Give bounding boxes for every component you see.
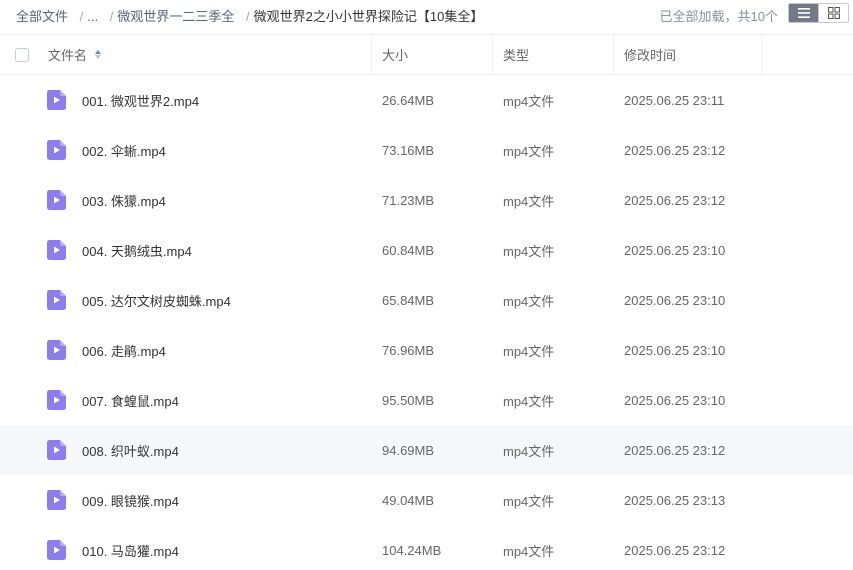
file-mtime: 2025.06.25 23:11 (624, 92, 725, 108)
video-file-icon (47, 240, 66, 260)
table-row[interactable]: 007. 食蝗鼠.mp4 95.50MB mp4文件 2025.06.25 23… (0, 375, 853, 425)
file-size: 104.24MB (382, 542, 442, 558)
file-list: 001. 微观世界2.mp4 26.64MB mp4文件 2025.06.25 … (0, 75, 853, 570)
column-divider[interactable] (613, 35, 614, 74)
file-type: mp4文件 (503, 143, 555, 159)
breadcrumb: 全部文件 /... / 微观世界一二三季全 / 微观世界2之小小世界探险记【10集全… (16, 6, 483, 25)
grid-view-button[interactable] (818, 4, 848, 22)
video-file-icon (47, 190, 66, 210)
file-size: 94.69MB (382, 442, 435, 458)
file-type: mp4文件 (503, 293, 555, 309)
table-row[interactable]: 001. 微观世界2.mp4 26.64MB mp4文件 2025.06.25 … (0, 75, 853, 125)
file-type: mp4文件 (503, 543, 555, 559)
column-divider[interactable] (761, 35, 762, 74)
breadcrumb-separator: / (79, 9, 84, 24)
file-name[interactable]: 002. 伞蜥.mp4 (82, 125, 166, 175)
table-row[interactable]: 006. 走鹃.mp4 76.96MB mp4文件 2025.06.25 23:… (0, 325, 853, 375)
table-row[interactable]: 004. 天鹅绒虫.mp4 60.84MB mp4文件 2025.06.25 2… (0, 225, 853, 275)
column-mtime-label: 修改时间 (624, 48, 677, 63)
video-file-icon (47, 90, 66, 110)
file-type: mp4文件 (503, 243, 555, 259)
column-name-label: 文件名 (48, 48, 88, 63)
file-size: 49.04MB (382, 492, 435, 508)
table-header: 文件名 大小 类型 修改时间 (0, 34, 853, 75)
file-mtime: 2025.06.25 23:10 (624, 392, 726, 408)
video-file-icon (47, 490, 66, 510)
column-name-header[interactable]: 文件名 (48, 35, 102, 74)
video-file-icon (47, 540, 66, 560)
file-mtime: 2025.06.25 23:10 (624, 342, 726, 358)
table-row[interactable]: 005. 达尔文树皮蜘蛛.mp4 65.84MB mp4文件 2025.06.2… (0, 275, 853, 325)
file-type: mp4文件 (503, 193, 555, 209)
grid-icon (827, 7, 840, 19)
file-mtime: 2025.06.25 23:12 (624, 442, 726, 458)
column-size-label: 大小 (382, 48, 409, 63)
file-size: 76.96MB (382, 342, 435, 358)
file-size: 60.84MB (382, 242, 435, 258)
file-type: mp4文件 (503, 443, 555, 459)
file-mtime: 2025.06.25 23:13 (624, 492, 726, 508)
view-toggle (788, 3, 849, 23)
file-size: 26.64MB (382, 92, 435, 108)
file-name[interactable]: 004. 天鹅绒虫.mp4 (82, 225, 192, 275)
table-row[interactable]: 010. 马岛獾.mp4 104.24MB mp4文件 2025.06.25 2… (0, 525, 853, 570)
file-mtime: 2025.06.25 23:12 (624, 142, 726, 158)
top-bar: 全部文件 /... / 微观世界一二三季全 / 微观世界2之小小世界探险记【10集全… (0, 0, 853, 30)
breadcrumb-parent[interactable]: 微观世界一二三季全 (117, 9, 234, 24)
file-type: mp4文件 (503, 393, 555, 409)
column-mtime-header[interactable]: 修改时间 (624, 35, 676, 74)
file-mtime: 2025.06.25 23:10 (624, 242, 726, 258)
column-size-header[interactable]: 大小 (382, 35, 408, 74)
column-type-header[interactable]: 类型 (503, 35, 529, 74)
file-name[interactable]: 001. 微观世界2.mp4 (82, 75, 199, 125)
file-name[interactable]: 009. 眼镜猴.mp4 (82, 475, 179, 525)
sort-icon[interactable] (95, 50, 102, 59)
video-file-icon (47, 290, 66, 310)
file-type: mp4文件 (503, 343, 555, 359)
select-all-checkbox[interactable] (15, 48, 29, 62)
video-file-icon (47, 340, 66, 360)
list-view-button[interactable] (789, 4, 819, 22)
file-mtime: 2025.06.25 23:10 (624, 292, 726, 308)
breadcrumb-ellipsis[interactable]: ... (87, 9, 98, 24)
file-size: 65.84MB (382, 292, 435, 308)
file-size: 95.50MB (382, 392, 435, 408)
video-file-icon (47, 440, 66, 460)
file-name[interactable]: 007. 食蝗鼠.mp4 (82, 375, 179, 425)
file-name[interactable]: 003. 侏獴.mp4 (82, 175, 166, 225)
file-type: mp4文件 (503, 493, 555, 509)
column-divider[interactable] (492, 35, 493, 74)
breadcrumb-root[interactable]: 全部文件 (16, 9, 68, 24)
file-mtime: 2025.06.25 23:12 (624, 192, 726, 208)
breadcrumb-separator: / (109, 9, 114, 24)
column-type-label: 类型 (503, 48, 530, 63)
column-divider[interactable] (371, 35, 372, 74)
breadcrumb-current: 微观世界2之小小世界探险记【10集全】 (253, 9, 484, 24)
file-name[interactable]: 008. 织叶蚁.mp4 (82, 425, 179, 475)
breadcrumb-separator: / (246, 9, 250, 24)
table-row[interactable]: 003. 侏獴.mp4 71.23MB mp4文件 2025.06.25 23:… (0, 175, 853, 225)
table-row[interactable]: 009. 眼镜猴.mp4 49.04MB mp4文件 2025.06.25 23… (0, 475, 853, 525)
video-file-icon (47, 390, 66, 410)
video-file-icon (47, 140, 66, 160)
load-status: 已全部加载，共10个 (659, 9, 778, 24)
file-name[interactable]: 006. 走鹃.mp4 (82, 325, 166, 375)
file-size: 71.23MB (382, 192, 435, 208)
file-size: 73.16MB (382, 142, 435, 158)
table-row[interactable]: 008. 织叶蚁.mp4 94.69MB mp4文件 2025.06.25 23… (0, 425, 853, 475)
table-row[interactable]: 002. 伞蜥.mp4 73.16MB mp4文件 2025.06.25 23:… (0, 125, 853, 175)
file-mtime: 2025.06.25 23:12 (624, 542, 726, 558)
file-type: mp4文件 (503, 93, 555, 109)
file-name[interactable]: 010. 马岛獾.mp4 (82, 525, 179, 570)
list-icon (797, 8, 810, 18)
file-name[interactable]: 005. 达尔文树皮蜘蛛.mp4 (82, 275, 231, 325)
